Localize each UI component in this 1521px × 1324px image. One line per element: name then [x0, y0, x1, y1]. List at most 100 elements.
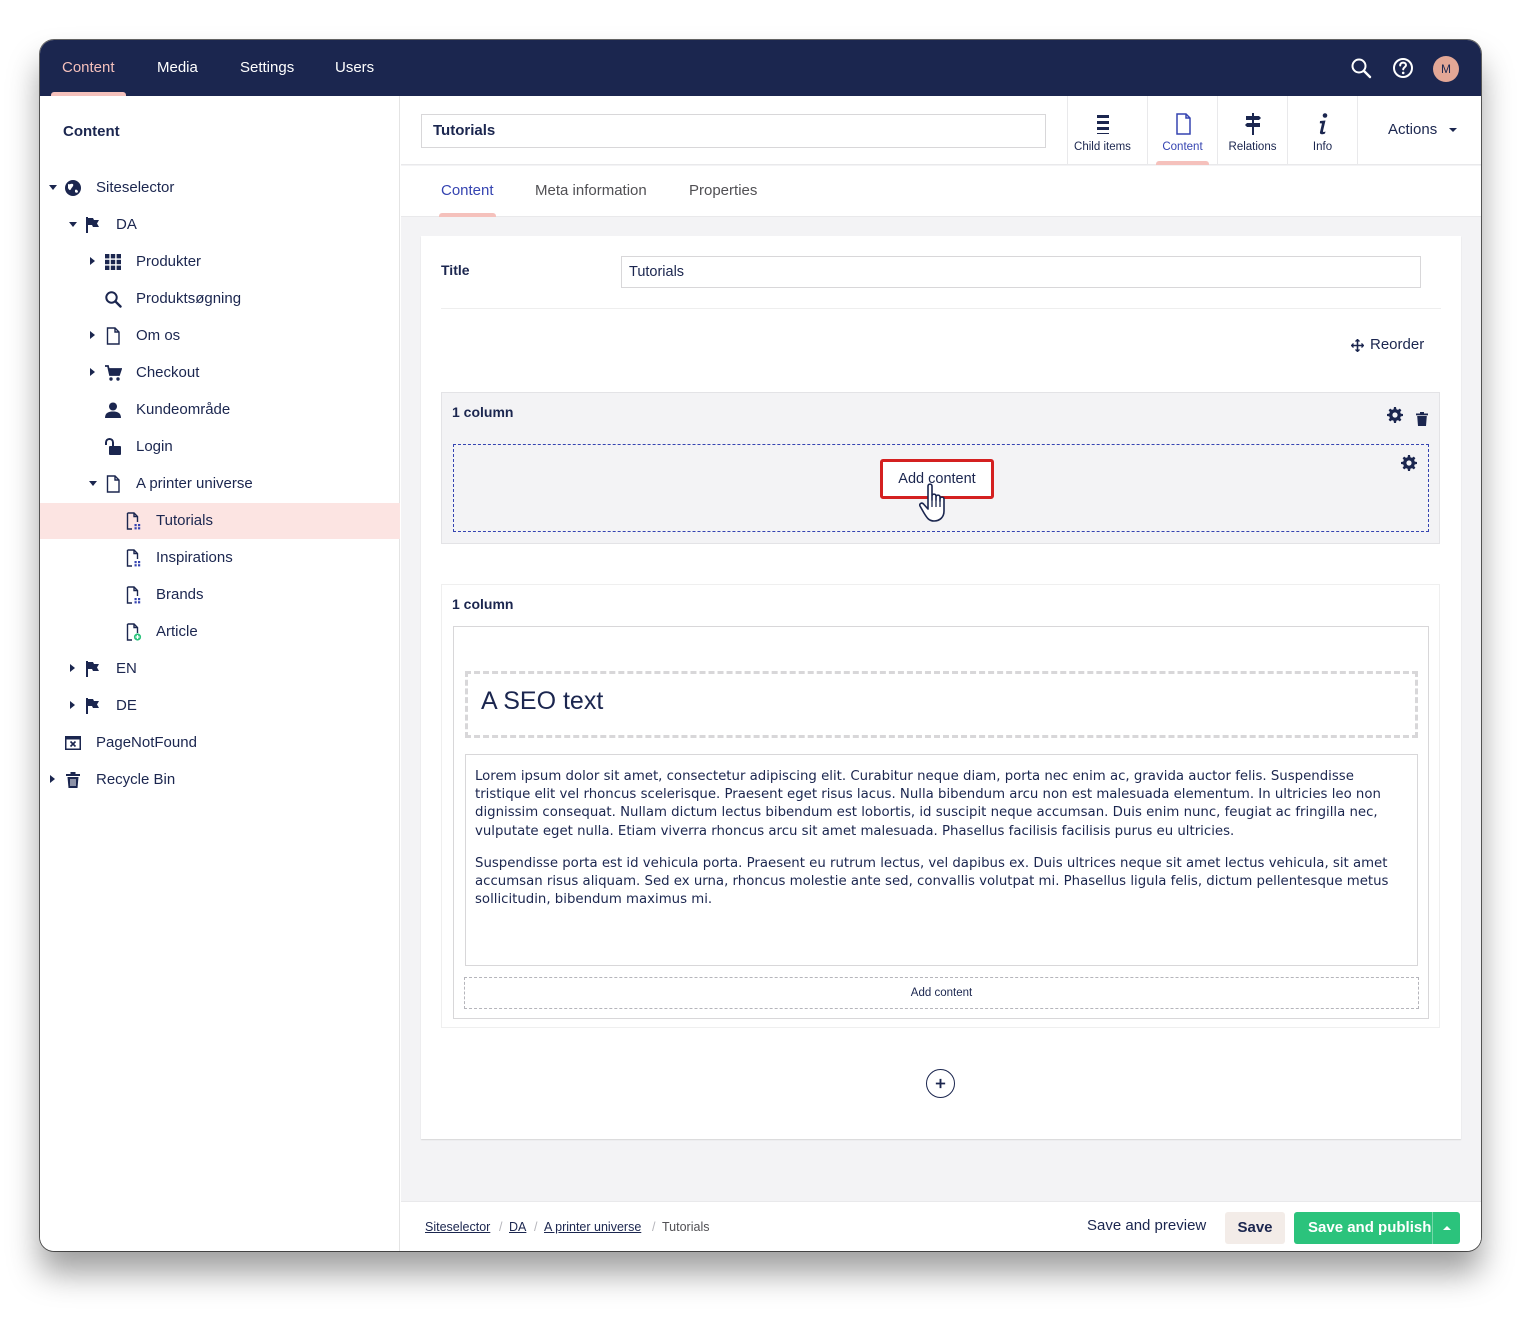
- caret-right-icon[interactable]: [70, 664, 75, 672]
- app-label: Info: [1312, 141, 1333, 153]
- caret-down-icon: [1449, 128, 1457, 132]
- grid-cell-area: A SEO text Lorem ipsum dolor sit amet, c…: [453, 626, 1429, 1019]
- sidebar-title: Content: [63, 123, 120, 140]
- breadcrumb-separator: /: [499, 1220, 503, 1234]
- signpost-icon: [1245, 113, 1261, 135]
- info-icon: [1319, 113, 1328, 135]
- tree-label: Produkter: [136, 253, 202, 270]
- caret-down-icon[interactable]: [89, 481, 97, 486]
- tree-item-siteselector[interactable]: Siteselector: [40, 170, 400, 206]
- breadcrumb-separator: /: [534, 1220, 538, 1234]
- help-icon[interactable]: [1391, 56, 1415, 80]
- paragraph: Suspendisse porta est id vehicula porta.…: [475, 855, 1389, 908]
- gear-icon[interactable]: [1401, 455, 1417, 471]
- tab-properties[interactable]: Properties: [689, 166, 757, 217]
- caret-right-icon[interactable]: [90, 331, 95, 339]
- app-content[interactable]: Content: [1147, 96, 1217, 165]
- tree-item-produktsogning[interactable]: Produktsøgning: [40, 281, 400, 317]
- divider: [441, 308, 1441, 309]
- document-add-icon: [126, 623, 142, 641]
- tree-label: A printer universe: [136, 475, 253, 492]
- breadcrumb-link[interactable]: DA: [509, 1220, 526, 1234]
- tree-label: Article: [156, 623, 198, 640]
- caret-right-icon[interactable]: [50, 775, 55, 783]
- topnav-content[interactable]: Content: [51, 40, 126, 96]
- caret-down-icon[interactable]: [69, 222, 77, 227]
- caret-down-icon[interactable]: [49, 185, 57, 190]
- title-input[interactable]: Tutorials: [621, 256, 1421, 288]
- publish-options-toggle[interactable]: [1432, 1212, 1460, 1244]
- tab-meta-information[interactable]: Meta information: [535, 166, 647, 217]
- tree-label: DA: [116, 216, 137, 233]
- caret-up-icon: [1443, 1226, 1451, 1230]
- save-and-preview-button[interactable]: Save and preview: [1087, 1217, 1206, 1234]
- tree-item-checkout[interactable]: Checkout: [40, 355, 400, 391]
- breadcrumb-link[interactable]: A printer universe: [544, 1220, 641, 1234]
- app-relations[interactable]: Relations: [1217, 96, 1287, 165]
- tree-item-en[interactable]: EN: [40, 651, 400, 687]
- list-icon: [1097, 115, 1109, 134]
- tree-item-kundeomrade[interactable]: Kundeområde: [40, 392, 400, 428]
- tree-item-da[interactable]: DA: [40, 207, 400, 243]
- actions-label: Actions: [1388, 121, 1438, 138]
- trash-icon: [66, 772, 80, 788]
- caret-right-icon[interactable]: [90, 368, 95, 376]
- gear-icon[interactable]: [1387, 407, 1403, 423]
- grid-row-section[interactable]: 1 column Add content: [441, 392, 1440, 544]
- actions-menu-button[interactable]: Actions: [1357, 96, 1481, 165]
- topnav-media[interactable]: Media: [157, 40, 198, 96]
- grid-cell-area[interactable]: Add content: [453, 444, 1429, 532]
- tree-item-inspirations[interactable]: Inspirations: [40, 540, 400, 576]
- tree-item-tutorials[interactable]: Tutorials: [40, 503, 400, 539]
- app-label: Content: [1162, 141, 1203, 153]
- tree-label: PageNotFound: [96, 734, 197, 751]
- user-icon: [105, 402, 121, 418]
- tree-item-article[interactable]: Article: [40, 614, 400, 650]
- tree-item-om-os[interactable]: Om os: [40, 318, 400, 354]
- browser-window-icon: [65, 736, 81, 750]
- tree-item-login[interactable]: Login: [40, 429, 400, 465]
- rich-text-editor[interactable]: Lorem ipsum dolor sit amet, consectetur …: [465, 754, 1418, 966]
- editor-header: Tutorials Child items Content Relations …: [401, 96, 1481, 165]
- breadcrumb-link[interactable]: Siteselector: [425, 1220, 490, 1234]
- grid-row-section[interactable]: 1 column A SEO text Lorem ipsum dolor si…: [441, 584, 1440, 1028]
- title-property-label: Title: [441, 262, 470, 278]
- app-label: Relations: [1228, 141, 1277, 153]
- save-and-publish-button[interactable]: Save and publish: [1294, 1212, 1460, 1244]
- grid-icon: [105, 254, 121, 270]
- headline-editor[interactable]: A SEO text: [465, 671, 1418, 738]
- document-list-icon: [126, 549, 141, 567]
- tree-item-produkter[interactable]: Produkter: [40, 244, 400, 280]
- tree-label: Recycle Bin: [96, 771, 176, 788]
- section-title: 1 column: [452, 596, 514, 612]
- flag-icon: [86, 661, 99, 677]
- topnav-settings[interactable]: Settings: [240, 40, 294, 96]
- trash-icon[interactable]: [1416, 412, 1428, 426]
- tree-label: DE: [116, 697, 137, 714]
- headline-text: A SEO text: [481, 687, 604, 715]
- tree-item-de[interactable]: DE: [40, 688, 400, 724]
- app-label: Child items: [1074, 141, 1131, 153]
- app-child-items[interactable]: Child items: [1067, 96, 1137, 165]
- content-panel: Title Tutorials Reorder 1 column Add con…: [421, 236, 1461, 1139]
- flag-icon: [86, 698, 99, 714]
- search-icon[interactable]: [1349, 56, 1373, 80]
- caret-right-icon[interactable]: [90, 257, 95, 265]
- tree-label: Checkout: [136, 364, 200, 381]
- app-info[interactable]: Info: [1287, 96, 1357, 165]
- tree-item-recycle-bin[interactable]: Recycle Bin: [40, 762, 400, 798]
- node-name-input[interactable]: Tutorials: [421, 114, 1046, 148]
- topnav-users[interactable]: Users: [335, 40, 374, 96]
- add-row-plus-icon[interactable]: [926, 1069, 955, 1098]
- tree-item-brands[interactable]: Brands: [40, 577, 400, 613]
- reorder-label: Reorder: [1370, 336, 1425, 353]
- save-button[interactable]: Save: [1225, 1212, 1285, 1244]
- user-avatar[interactable]: M: [1433, 56, 1459, 82]
- tree-label: Login: [136, 438, 173, 455]
- app-window: Content Media Settings Users M Content S…: [40, 40, 1481, 1251]
- caret-right-icon[interactable]: [70, 701, 75, 709]
- tree-item-pagenotfound[interactable]: PageNotFound: [40, 725, 400, 761]
- tree-item-a-printer-universe[interactable]: A printer universe: [40, 466, 400, 502]
- tab-content[interactable]: Content: [439, 166, 496, 217]
- add-content-button[interactable]: Add content: [464, 977, 1419, 1009]
